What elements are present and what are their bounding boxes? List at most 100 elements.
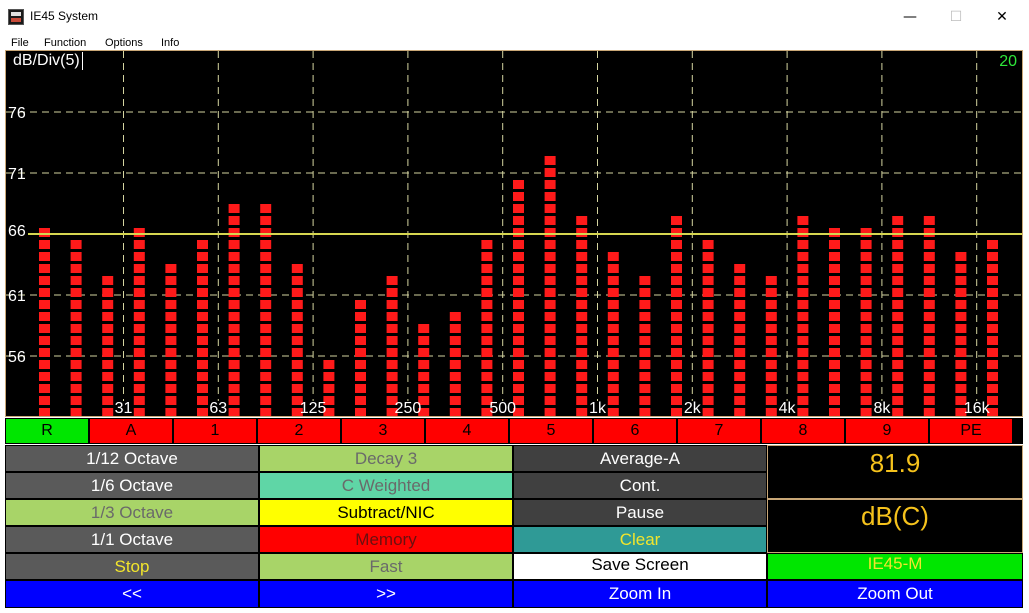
bar-segment [892, 408, 904, 416]
bar-segment [323, 360, 335, 369]
bar-segment [923, 372, 935, 381]
memory-button[interactable]: Memory [259, 526, 513, 553]
octave-1-1-button[interactable]: 1/1 Octave [5, 526, 259, 553]
bar-segment [355, 360, 366, 369]
bar-segment [449, 384, 461, 393]
model-button[interactable]: IE45-M [767, 553, 1023, 580]
channel-3-button[interactable]: 3 [341, 418, 425, 444]
spectrum-bar [702, 240, 714, 416]
bar-segment [133, 324, 145, 333]
bar-segment [133, 372, 145, 381]
mode-cont-button[interactable]: Cont. [513, 472, 767, 499]
bar-segment [449, 312, 461, 321]
spectrum-bar [449, 312, 461, 416]
channel-pe-button[interactable]: PE [929, 418, 1013, 444]
bar-segment [260, 336, 272, 345]
octave-1-6-button[interactable]: 1/6 Octave [5, 472, 259, 499]
bar-segment [228, 408, 240, 416]
menu-function[interactable]: Function [44, 37, 86, 49]
average-button[interactable]: Average-A [513, 445, 767, 472]
close-button[interactable]: ✕ [979, 0, 1025, 34]
channel-1-button[interactable]: 1 [173, 418, 257, 444]
menu-info[interactable]: Info [161, 37, 179, 49]
bar-segment [386, 324, 398, 333]
bar-segment [355, 348, 366, 357]
channel-a-button[interactable]: A [89, 418, 173, 444]
speed-button[interactable]: Fast [259, 553, 513, 580]
menu-bar: File Function Options Info [0, 34, 1029, 50]
octave-1-12-button[interactable]: 1/12 Octave [5, 445, 259, 472]
spectrum-bar [70, 240, 82, 416]
bar-segment [260, 396, 272, 405]
bar-segment [70, 300, 82, 309]
bar-segment [955, 300, 967, 309]
channel-r-button[interactable]: R [5, 418, 89, 444]
bar-segment [513, 288, 524, 297]
app-window: IE45 System — ☐ ✕ File Function Options … [0, 0, 1029, 613]
menu-options[interactable]: Options [105, 37, 143, 49]
bar-segment [260, 240, 272, 249]
minimize-button[interactable]: — [887, 0, 933, 34]
spectrum-bar [607, 252, 619, 416]
channel-4-button[interactable]: 4 [425, 418, 509, 444]
bar-segment [260, 312, 272, 321]
y-tick-label: 76 [8, 105, 26, 122]
bar-segment [39, 360, 50, 369]
prev-button[interactable]: << [5, 580, 259, 608]
spectrum-bar [955, 252, 967, 416]
menu-file[interactable]: File [11, 37, 29, 49]
bar-segment [987, 300, 998, 309]
decay-button[interactable]: Decay 3 [259, 445, 513, 472]
bar-segment [860, 384, 872, 393]
bar-segment [671, 216, 682, 225]
bar-segment [102, 408, 114, 416]
next-button[interactable]: >> [259, 580, 513, 608]
bar-segment [228, 312, 240, 321]
weighting-button[interactable]: C Weighted [259, 472, 513, 499]
bar-segment [987, 348, 998, 357]
maximize-button[interactable]: ☐ [933, 0, 979, 34]
octave-1-3-button[interactable]: 1/3 Octave [5, 499, 259, 526]
bar-segment [797, 408, 809, 416]
bar-segment [765, 336, 777, 345]
bar-segment [860, 360, 872, 369]
bar-segment [765, 396, 777, 405]
pause-button[interactable]: Pause [513, 499, 767, 526]
bar-segment [197, 408, 208, 416]
bar-segment [923, 312, 935, 321]
bar-segment [39, 240, 50, 249]
spectrum-bar [639, 276, 651, 416]
bar-segment [133, 228, 145, 237]
bar-segment [639, 348, 651, 357]
channel-2-button[interactable]: 2 [257, 418, 341, 444]
channel-6-button[interactable]: 6 [593, 418, 677, 444]
bar-segment [892, 216, 904, 225]
channel-7-button[interactable]: 7 [677, 418, 761, 444]
bar-segment [102, 288, 114, 297]
bar-segment [576, 372, 588, 381]
bar-segment [987, 384, 998, 393]
bar-segment [197, 288, 208, 297]
bar-segment [797, 372, 809, 381]
zoom-out-button[interactable]: Zoom Out [767, 580, 1023, 608]
bar-segment [923, 264, 935, 273]
channel-8-button[interactable]: 8 [761, 418, 845, 444]
bar-segment [165, 396, 177, 405]
channel-9-button[interactable]: 9 [845, 418, 929, 444]
bar-segment [702, 372, 714, 381]
bar-segment [513, 324, 524, 333]
bar-segment [923, 384, 935, 393]
bar-segment [639, 408, 651, 416]
save-screen-button[interactable]: Save Screen [513, 553, 767, 580]
zoom-in-button[interactable]: Zoom In [513, 580, 767, 608]
channel-5-button[interactable]: 5 [509, 418, 593, 444]
bar-segment [544, 312, 556, 321]
clear-button[interactable]: Clear [513, 526, 767, 553]
subtract-nic-button[interactable]: Subtract/NIC [259, 499, 513, 526]
bar-segment [228, 336, 240, 345]
bar-segment [260, 324, 272, 333]
stop-button[interactable]: Stop [5, 553, 259, 580]
y-tick-label: 71 [8, 166, 26, 183]
bar-segment [892, 384, 904, 393]
bar-segment [228, 384, 240, 393]
